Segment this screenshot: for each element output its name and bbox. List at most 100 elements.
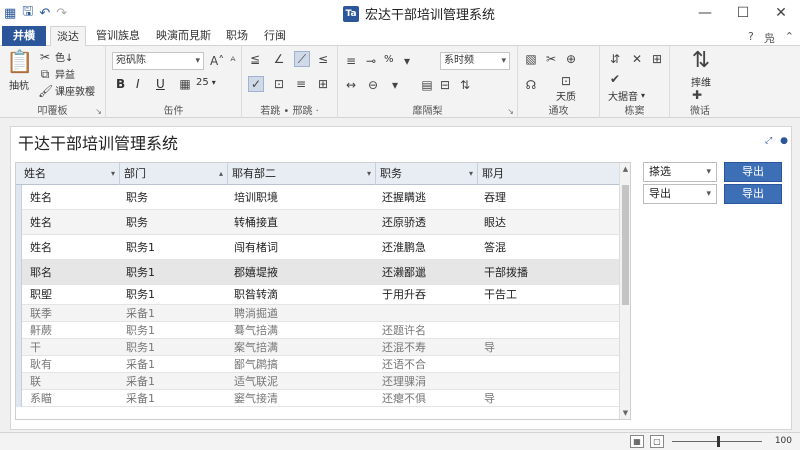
cells-main-button[interactable]: 大据音 ▾ <box>608 88 645 103</box>
copy-button[interactable]: ⧉ 异益 <box>38 66 75 82</box>
grid-icon[interactable]: ▦ <box>4 6 16 21</box>
column-header[interactable]: 职务 ▾ <box>376 163 478 185</box>
bold-button[interactable]: B <box>116 77 125 91</box>
column-header[interactable]: 部门 ▴ <box>120 163 228 185</box>
row-selector[interactable] <box>16 322 22 339</box>
number-sort-button[interactable]: ⇅ <box>458 78 472 92</box>
decrease-decimal-button[interactable]: ⊖ <box>366 78 380 92</box>
vertical-scrollbar[interactable]: ▲ ▼ <box>619 163 630 419</box>
insert-button[interactable]: ⇵ <box>608 52 622 66</box>
close-button[interactable]: ✕ <box>762 0 800 26</box>
style-cut-button[interactable]: ✂ <box>544 52 558 66</box>
table-row[interactable]: 联 采备1 适气联泥 还理骒涓 <box>16 373 620 390</box>
minimize-button[interactable]: — <box>686 0 724 26</box>
maximize-button[interactable]: ☐ <box>724 0 762 26</box>
user-label[interactable]: 凫 <box>764 30 775 46</box>
merge-button[interactable]: ⊞ <box>316 77 330 91</box>
font-name-select[interactable]: 宛矾陈 <box>112 52 204 70</box>
export-button-secondary[interactable]: 导出 <box>724 184 782 204</box>
redo-icon[interactable]: ↷ <box>56 6 67 21</box>
cut-button[interactable]: ✂ 色↓ <box>38 49 73 65</box>
grow-font-button[interactable]: A˄ <box>210 54 224 68</box>
page-view-icon[interactable]: ▢ <box>650 435 664 448</box>
column-header[interactable]: 耶月 <box>478 163 620 185</box>
format-painter-button[interactable]: 🖌 课座敦樱 <box>38 83 95 99</box>
comma-button[interactable]: ▾ <box>400 54 414 68</box>
wrap-text-button[interactable]: ≤ <box>316 52 330 66</box>
table-row[interactable]: 耿有 采备1 鄙气䴙搞 还语不合 <box>16 356 620 373</box>
row-selector[interactable] <box>16 185 22 210</box>
export-button-primary[interactable]: 导出 <box>724 162 782 182</box>
percent-button[interactable]: % <box>384 54 394 65</box>
pin-icon[interactable]: ⤢ <box>765 136 772 146</box>
styles-button[interactable]: ⊡ 天质 <box>556 74 576 103</box>
table-row[interactable]: 耶名 职务1 郡嬉堤掖 还濑鄙邋 干部拨播 <box>16 260 620 285</box>
save-icon[interactable]: 🖫 <box>22 2 33 24</box>
find-button[interactable]: ✚ <box>690 88 704 102</box>
conditional-format-button[interactable]: ▧ <box>524 52 538 66</box>
table-row[interactable]: 干 职务1 案气掊满 还混不寿 导 <box>16 339 620 356</box>
table-row[interactable]: 联季 采备1 聘淌掘遒 <box>16 305 620 322</box>
table-row[interactable]: 姓名 职务1 闯有楮词 还淮鹏急 答混 <box>16 235 620 260</box>
sort-filter-button[interactable]: ⇅ 摔维 <box>688 48 714 89</box>
tab-view[interactable]: 映演而見斯 <box>150 26 217 46</box>
row-selector[interactable] <box>16 356 22 373</box>
cell-style-button[interactable]: ☊ <box>524 78 538 92</box>
currency-button[interactable]: ⊸ <box>364 54 378 68</box>
table-row[interactable]: 姓名 职务 转桶接直 还原骄透 眼达 <box>16 210 620 235</box>
font-size-select[interactable]: 25 ▾ <box>196 77 216 88</box>
table-row[interactable]: 姓名 职务 培训职境 还握瞒逃 吞理 <box>16 185 620 210</box>
tab-position[interactable]: 职场 <box>220 26 254 46</box>
tab-training-info[interactable]: 管训族息 <box>90 26 146 46</box>
align-right-button[interactable]: ≡ <box>294 77 308 91</box>
table-row[interactable]: 职堲 职务1 职昝转滴 于用升吞 干告工 <box>16 285 620 305</box>
italic-button[interactable]: I <box>136 77 140 91</box>
chevron-up-icon[interactable]: ⌃ <box>785 30 794 46</box>
delete-button[interactable]: ✕ <box>630 52 644 66</box>
paste-button[interactable]: 📋 抽杭 <box>6 50 33 92</box>
underline-button[interactable]: U <box>156 77 165 91</box>
tab-file[interactable]: 并横 <box>2 26 46 46</box>
align-center-button[interactable]: ⊡ <box>272 77 286 91</box>
number-table-button[interactable]: ⊟ <box>438 78 452 92</box>
export-select[interactable]: 导出 ▾ <box>643 184 717 204</box>
normal-view-icon[interactable]: ▦ <box>630 435 644 448</box>
tab-home[interactable]: 淡达 <box>50 26 86 47</box>
column-header[interactable]: 姓名 ▾ <box>16 163 120 185</box>
align-middle-button[interactable]: ∠ <box>272 52 286 66</box>
align-lines-button[interactable]: ≡ <box>344 54 358 68</box>
align-bottom-button[interactable]: ⟋ <box>294 51 310 67</box>
cells-sub-button[interactable]: ✔ <box>608 72 622 86</box>
align-top-button[interactable]: ≦ <box>248 52 262 66</box>
number-more-button[interactable]: ▾ <box>388 78 402 92</box>
row-selector[interactable] <box>16 235 22 260</box>
increase-decimal-button[interactable]: ↔ <box>344 78 358 92</box>
scroll-thumb[interactable] <box>622 185 629 305</box>
dialog-launcher-icon[interactable]: ↘ <box>95 107 102 116</box>
filter-select[interactable]: 搽选 ▾ <box>643 162 717 182</box>
help-icon[interactable]: ? <box>748 30 754 46</box>
zoom-level[interactable]: 100 <box>775 436 792 446</box>
undo-icon[interactable]: ↶ <box>39 6 50 21</box>
number-grid-button[interactable]: ▤ <box>420 78 434 92</box>
style-more-button[interactable]: ⊕ <box>564 52 578 66</box>
scroll-up-icon[interactable]: ▲ <box>620 163 630 175</box>
row-selector[interactable] <box>16 339 22 356</box>
number-format-select[interactable]: 系时频 <box>440 52 510 70</box>
row-selector[interactable] <box>16 305 22 322</box>
column-header[interactable]: 耶有部二 ▾ <box>228 163 376 185</box>
row-selector[interactable] <box>16 390 22 407</box>
zoom-thumb[interactable] <box>717 436 720 447</box>
format-button[interactable]: ⊞ <box>650 52 664 66</box>
settings-icon[interactable]: ● <box>780 136 788 146</box>
row-selector[interactable] <box>16 210 22 235</box>
table-row[interactable]: 系瞄 采备1 窭气接清 还瘪不俱 导 <box>16 390 620 407</box>
scroll-down-icon[interactable]: ▼ <box>620 407 630 419</box>
align-left-button[interactable]: ✓ <box>248 76 264 92</box>
shrink-font-button[interactable]: ᴬ <box>226 54 240 68</box>
row-selector[interactable] <box>16 373 22 390</box>
border-button[interactable]: ▦ <box>178 77 192 91</box>
tab-other[interactable]: 行闽 <box>258 26 292 46</box>
row-selector[interactable] <box>16 285 22 305</box>
number-launcher-icon[interactable]: ↘ <box>507 107 514 116</box>
